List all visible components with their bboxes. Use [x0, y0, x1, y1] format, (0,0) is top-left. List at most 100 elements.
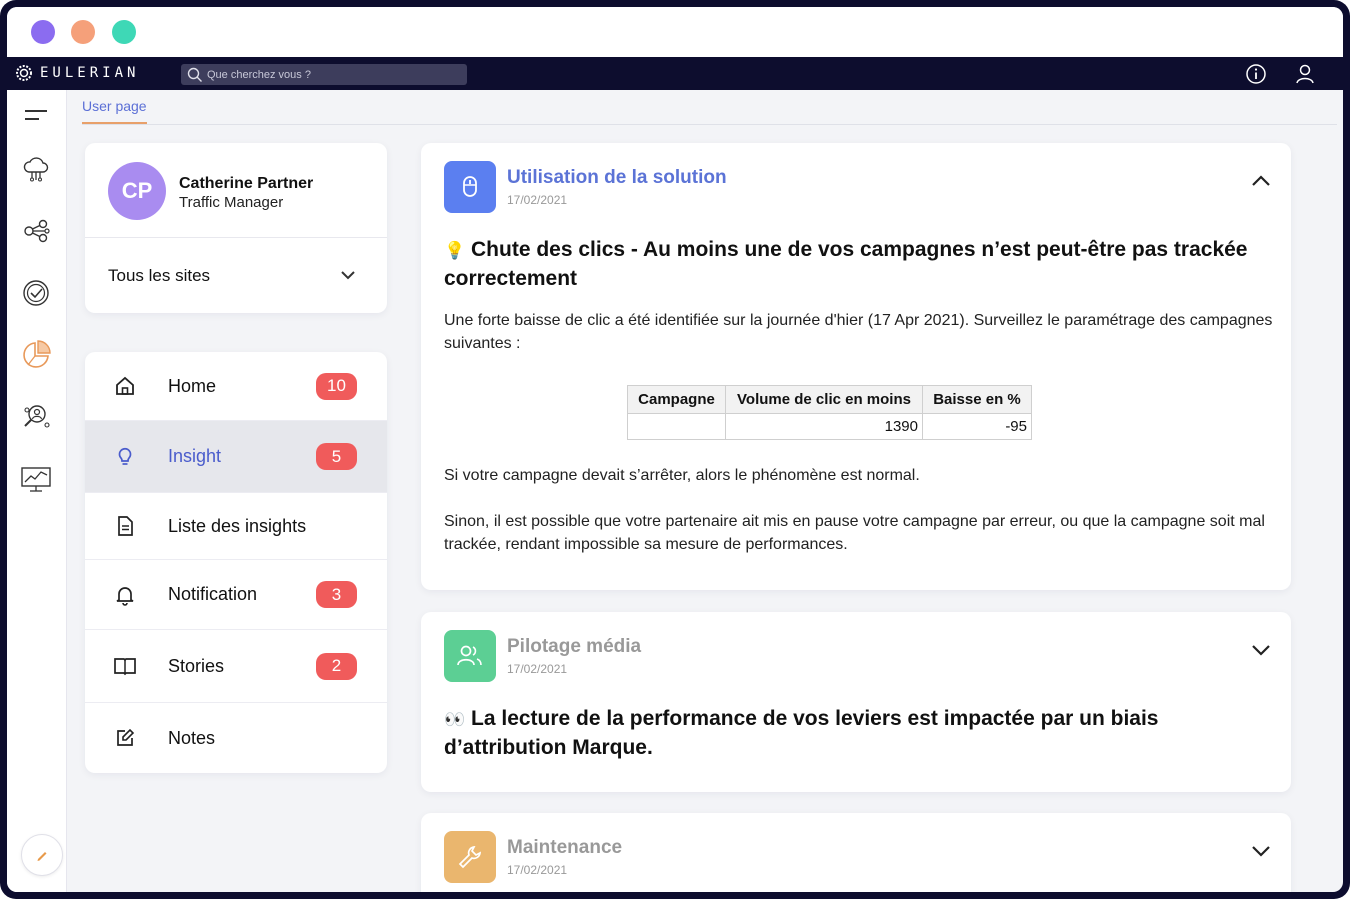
insight-category[interactable]: Pilotage média [507, 636, 641, 658]
menu-item-label: Home [168, 375, 217, 396]
insight-card-usage: Utilisation de la solution 17/02/2021 💡 … [421, 143, 1291, 590]
insight-category-badge [444, 161, 496, 213]
info-icon [1246, 64, 1266, 84]
menu-item-stories[interactable]: Stories 2 [85, 630, 387, 703]
table-header-row: Campagne Volume de clic en moins Baisse … [627, 385, 1032, 414]
chevron-up-icon [1252, 175, 1270, 186]
edit-fab-button[interactable] [21, 834, 63, 876]
cloud-network-icon [23, 157, 49, 182]
insight-category-badge [444, 630, 496, 682]
users-icon [457, 645, 482, 666]
menu-item-label: Liste des insights [168, 515, 307, 536]
insight-paragraph: Sinon, il est possible que votre partena… [444, 513, 1265, 553]
menu-item-insight[interactable]: Insight 5 [85, 421, 387, 493]
sidebar-item-data-collect[interactable] [19, 152, 53, 186]
search-bar[interactable] [181, 64, 467, 85]
menu-item-label: Stories [168, 655, 225, 676]
count-badge: 10 [316, 372, 357, 400]
app-frame: EULERIAN Que cherchez vous ? User page C… [0, 0, 1350, 899]
logo-icon [16, 65, 32, 81]
window-titlebar [7, 7, 1343, 57]
book-icon [113, 654, 137, 678]
count-badge: 3 [316, 581, 357, 608]
insight-menu-card: Home 10 Insight 5 Liste des insights Not… [85, 352, 387, 773]
logo-text: EULERIAN [40, 65, 140, 81]
insight-intro: Une forte baisse de clic a été identifié… [444, 312, 1273, 352]
sidebar-item-audience[interactable] [19, 400, 53, 434]
insight-title-text: Chute des clics - Au moins une de vos ca… [444, 238, 1248, 290]
search-input[interactable] [207, 68, 457, 81]
insight-category-badge [444, 831, 496, 883]
insight-title-text: La lecture de la performance de vos levi… [444, 707, 1159, 759]
search-people-icon [24, 405, 50, 428]
mouse-icon [463, 176, 477, 197]
menu-item-home[interactable]: Home 10 [85, 352, 387, 421]
user-button[interactable] [1294, 63, 1316, 85]
search-icon [187, 67, 202, 82]
chevron-down-icon [1252, 645, 1270, 656]
menu-item-label: Notes [168, 727, 216, 748]
insight-card-maintenance: Maintenance 17/02/2021 [421, 813, 1291, 892]
menu-item-notification[interactable]: Notification 3 [85, 560, 387, 630]
profile-role: Traffic Manager [179, 194, 284, 211]
insight-paragraph: Si votre campagne devait s’arrêter, alor… [444, 467, 920, 484]
count-badge: 2 [316, 652, 357, 680]
analytics-board-icon [21, 467, 51, 492]
site-selector-dropdown[interactable]: Tous les sites [85, 238, 387, 313]
window-dot-orange[interactable] [71, 20, 95, 44]
insight-category[interactable]: Maintenance [507, 837, 622, 859]
menu-item-label: Insight [168, 446, 222, 466]
insight-title: 👀 La lecture de la performance de vos le… [444, 705, 1274, 762]
tab-user-page[interactable]: User page [82, 98, 147, 124]
table-header: Baisse en % [922, 385, 1032, 414]
lightbulb-emoji: 💡 [444, 241, 466, 260]
table-header: Volume de clic en moins [725, 385, 923, 414]
sidebar-item-insights[interactable] [19, 338, 53, 372]
avatar[interactable]: CP [108, 162, 166, 220]
collapse-button[interactable] [1249, 169, 1273, 198]
bell-icon [113, 583, 137, 607]
lightbulb-icon [113, 445, 137, 469]
window-dot-green[interactable] [112, 20, 136, 44]
table-cell: -95 [922, 413, 1032, 440]
user-icon [1296, 64, 1314, 84]
menu-item-notes[interactable]: Notes [85, 703, 387, 773]
top-navbar: EULERIAN [7, 57, 1343, 90]
campaign-table: Campagne Volume de clic en moins Baisse … [627, 385, 1032, 440]
table-header: Campagne [627, 385, 726, 414]
expand-button[interactable] [1249, 638, 1273, 667]
insight-title: 💡 Chute des clics - Au moins une de vos … [444, 236, 1274, 293]
insight-category[interactable]: Utilisation de la solution [507, 167, 727, 189]
sidebar-item-reporting[interactable] [19, 462, 53, 496]
pie-chart-icon [23, 340, 51, 368]
wrench-icon [458, 845, 482, 869]
chevron-down-icon [1252, 846, 1270, 857]
chevron-down-icon [341, 271, 355, 280]
info-button[interactable] [1245, 63, 1267, 85]
insight-date: 17/02/2021 [507, 193, 568, 207]
browser-window: EULERIAN Que cherchez vous ? User page C… [7, 7, 1343, 892]
home-icon [113, 374, 137, 398]
profile-name: Catherine Partner [179, 175, 314, 192]
menu-item-label: Notification [168, 584, 258, 604]
table-cell [627, 413, 726, 440]
insight-card-media: Pilotage média 17/02/2021 👀 La lecture d… [421, 612, 1291, 792]
window-dot-purple[interactable] [31, 20, 55, 44]
insight-date: 17/02/2021 [507, 662, 568, 676]
sidebar-item-flows[interactable] [19, 214, 53, 248]
pencil-icon [37, 852, 47, 861]
menu-icon [25, 110, 47, 120]
table-cell: 1390 [725, 413, 923, 440]
insight-date: 17/02/2021 [507, 863, 568, 877]
count-badge: 5 [316, 443, 357, 470]
share-nodes-icon [24, 219, 50, 243]
eulerian-logo[interactable]: EULERIAN [14, 63, 139, 83]
sidebar-item-goals[interactable] [19, 276, 53, 310]
site-selector-value: Tous les sites [108, 265, 211, 285]
menu-item-insight-list[interactable]: Liste des insights [85, 493, 387, 560]
expand-button[interactable] [1249, 839, 1273, 868]
sidebar-menu-toggle[interactable] [19, 98, 53, 132]
edit-icon [113, 726, 137, 750]
target-check-icon [23, 280, 49, 306]
eyes-emoji: 👀 [444, 710, 466, 729]
